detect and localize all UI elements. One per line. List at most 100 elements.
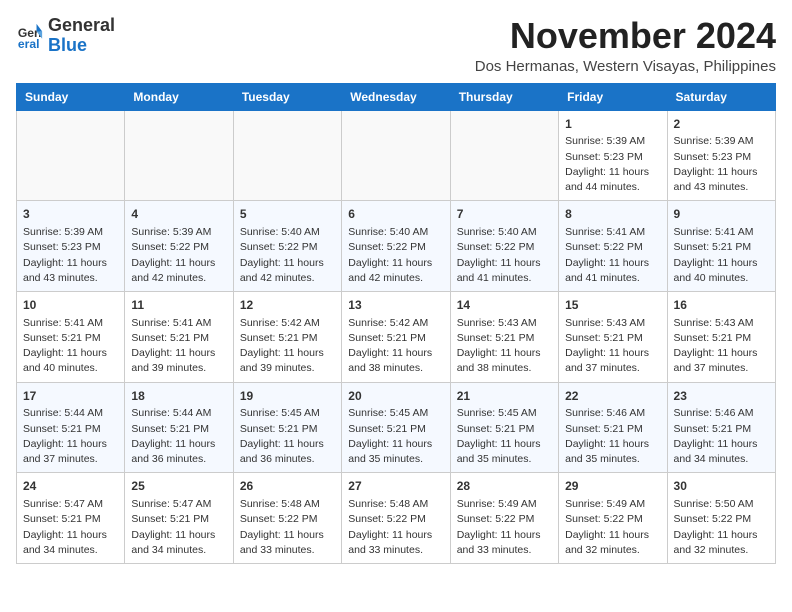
day-detail: Sunrise: 5:46 AM Sunset: 5:21 PM Dayligh… — [674, 406, 769, 467]
calendar-day-cell: 18Sunrise: 5:44 AM Sunset: 5:21 PM Dayli… — [125, 382, 233, 473]
calendar-day-cell: 4 Sunrise: 5:39 AM Sunset: 5:22 PM Daylig… — [125, 201, 233, 292]
day-detail: Sunrise: 5:43 AM Sunset: 5:21 PM Dayligh… — [565, 316, 660, 377]
day-number: 13 — [348, 297, 443, 314]
day-detail: Sunrise: 5:39 AM Sunset: 5:22 PM Dayligh… — [131, 225, 226, 286]
calendar-day-cell — [233, 110, 341, 201]
calendar-week-row: 10 Sunrise: 5:41 AM Sunset: 5:21 PM Dayli… — [17, 291, 776, 382]
calendar-day-cell: 5Sunrise: 5:40 AM Sunset: 5:22 PM Daylig… — [233, 201, 341, 292]
weekday-header-row: SundayMondayTuesdayWednesdayThursdayFrid… — [17, 83, 776, 110]
calendar-day-cell: 30 Sunrise: 5:50 AM Sunset: 5:22 PM Dayli… — [667, 473, 775, 564]
calendar-day-cell: 23Sunrise: 5:46 AM Sunset: 5:21 PM Dayli… — [667, 382, 775, 473]
day-number: 2 — [674, 116, 769, 133]
calendar-day-cell: 24Sunrise: 5:47 AM Sunset: 5:21 PM Dayli… — [17, 473, 125, 564]
weekday-header: Saturday — [667, 83, 775, 110]
day-detail: Sunrise: 5:45 AM Sunset: 5:21 PM Dayligh… — [457, 406, 552, 467]
day-detail: Sunrise: 5:40 AM Sunset: 5:22 PM Dayligh… — [457, 225, 552, 286]
day-detail: Sunrise: 5:39 AM Sunset: 5:23 PM Dayligh… — [565, 134, 660, 195]
calendar-day-cell: 1Sunrise: 5:39 AM Sunset: 5:23 PM Daylig… — [559, 110, 667, 201]
weekday-header: Monday — [125, 83, 233, 110]
weekday-header: Thursday — [450, 83, 558, 110]
day-number: 30 — [674, 478, 769, 495]
calendar-day-cell: 2Sunrise: 5:39 AM Sunset: 5:23 PM Daylig… — [667, 110, 775, 201]
calendar-day-cell — [342, 110, 450, 201]
calendar-day-cell: 21Sunrise: 5:45 AM Sunset: 5:21 PM Dayli… — [450, 382, 558, 473]
day-detail: Sunrise: 5:48 AM Sunset: 5:22 PM Dayligh… — [240, 497, 335, 558]
calendar-week-row: 17Sunrise: 5:44 AM Sunset: 5:21 PM Dayli… — [17, 382, 776, 473]
weekday-header: Friday — [559, 83, 667, 110]
calendar-day-cell: 14Sunrise: 5:43 AM Sunset: 5:21 PM Dayli… — [450, 291, 558, 382]
calendar-day-cell: 25Sunrise: 5:47 AM Sunset: 5:21 PM Dayli… — [125, 473, 233, 564]
day-number: 17 — [23, 388, 118, 405]
calendar-day-cell: 16Sunrise: 5:43 AM Sunset: 5:21 PM Dayli… — [667, 291, 775, 382]
calendar-day-cell: 19Sunrise: 5:45 AM Sunset: 5:21 PM Dayli… — [233, 382, 341, 473]
day-detail: Sunrise: 5:39 AM Sunset: 5:23 PM Dayligh… — [674, 134, 769, 195]
day-number: 4 — [131, 206, 226, 223]
calendar-day-cell: 26 Sunrise: 5:48 AM Sunset: 5:22 PM Dayli… — [233, 473, 341, 564]
day-detail: Sunrise: 5:42 AM Sunset: 5:21 PM Dayligh… — [240, 316, 335, 377]
logo-text: General Blue — [48, 16, 115, 56]
calendar-day-cell: 10 Sunrise: 5:41 AM Sunset: 5:21 PM Dayli… — [17, 291, 125, 382]
calendar-day-cell: 27Sunrise: 5:48 AM Sunset: 5:22 PM Dayli… — [342, 473, 450, 564]
calendar-day-cell: 20Sunrise: 5:45 AM Sunset: 5:21 PM Dayli… — [342, 382, 450, 473]
day-detail: Sunrise: 5:41 AM Sunset: 5:21 PM Dayligh… — [23, 316, 118, 377]
day-detail: Sunrise: 5:39 AM Sunset: 5:23 PM Dayligh… — [23, 225, 118, 286]
day-number: 15 — [565, 297, 660, 314]
day-detail: Sunrise: 5:40 AM Sunset: 5:22 PM Dayligh… — [348, 225, 443, 286]
day-detail: Sunrise: 5:44 AM Sunset: 5:21 PM Dayligh… — [23, 406, 118, 467]
day-detail: Sunrise: 5:50 AM Sunset: 5:22 PM Dayligh… — [674, 497, 769, 558]
calendar-day-cell: 15 Sunrise: 5:43 AM Sunset: 5:21 PM Dayli… — [559, 291, 667, 382]
day-number: 3 — [23, 206, 118, 223]
day-number: 23 — [674, 388, 769, 405]
title-block: November 2024 Dos Hermanas, Western Visa… — [475, 16, 776, 75]
calendar-table: SundayMondayTuesdayWednesdayThursdayFrid… — [16, 83, 776, 564]
calendar-day-cell: 29Sunrise: 5:49 AM Sunset: 5:22 PM Dayli… — [559, 473, 667, 564]
day-detail: Sunrise: 5:41 AM Sunset: 5:22 PM Dayligh… — [565, 225, 660, 286]
day-number: 6 — [348, 206, 443, 223]
day-detail: Sunrise: 5:43 AM Sunset: 5:21 PM Dayligh… — [674, 316, 769, 377]
day-number: 9 — [674, 206, 769, 223]
weekday-header: Sunday — [17, 83, 125, 110]
calendar-day-cell: 11Sunrise: 5:41 AM Sunset: 5:21 PM Dayli… — [125, 291, 233, 382]
day-number: 8 — [565, 206, 660, 223]
day-number: 19 — [240, 388, 335, 405]
calendar-day-cell: 13 Sunrise: 5:42 AM Sunset: 5:21 PM Dayli… — [342, 291, 450, 382]
day-number: 18 — [131, 388, 226, 405]
calendar-day-cell: 17Sunrise: 5:44 AM Sunset: 5:21 PM Dayli… — [17, 382, 125, 473]
svg-text:eral: eral — [18, 37, 40, 50]
calendar-week-row: 1Sunrise: 5:39 AM Sunset: 5:23 PM Daylig… — [17, 110, 776, 201]
day-number: 11 — [131, 297, 226, 314]
day-number: 27 — [348, 478, 443, 495]
day-number: 26 — [240, 478, 335, 495]
month-year-title: November 2024 — [475, 16, 776, 56]
weekday-header: Wednesday — [342, 83, 450, 110]
day-detail: Sunrise: 5:43 AM Sunset: 5:21 PM Dayligh… — [457, 316, 552, 377]
day-number: 25 — [131, 478, 226, 495]
day-detail: Sunrise: 5:45 AM Sunset: 5:21 PM Dayligh… — [240, 406, 335, 467]
day-detail: Sunrise: 5:45 AM Sunset: 5:21 PM Dayligh… — [348, 406, 443, 467]
calendar-day-cell: 9 Sunrise: 5:41 AM Sunset: 5:21 PM Daylig… — [667, 201, 775, 292]
day-number: 10 — [23, 297, 118, 314]
calendar-day-cell: 12 Sunrise: 5:42 AM Sunset: 5:21 PM Dayli… — [233, 291, 341, 382]
day-number: 7 — [457, 206, 552, 223]
day-number: 20 — [348, 388, 443, 405]
calendar-week-row: 24Sunrise: 5:47 AM Sunset: 5:21 PM Dayli… — [17, 473, 776, 564]
day-detail: Sunrise: 5:49 AM Sunset: 5:22 PM Dayligh… — [457, 497, 552, 558]
calendar-day-cell: 3 Sunrise: 5:39 AM Sunset: 5:23 PM Daylig… — [17, 201, 125, 292]
day-detail: Sunrise: 5:42 AM Sunset: 5:21 PM Dayligh… — [348, 316, 443, 377]
weekday-header: Tuesday — [233, 83, 341, 110]
logo-icon: Gen eral — [16, 22, 44, 50]
day-number: 21 — [457, 388, 552, 405]
location-subtitle: Dos Hermanas, Western Visayas, Philippin… — [475, 58, 776, 75]
calendar-day-cell: 8 Sunrise: 5:41 AM Sunset: 5:22 PM Daylig… — [559, 201, 667, 292]
day-number: 1 — [565, 116, 660, 133]
calendar-day-cell — [17, 110, 125, 201]
calendar-day-cell: 28Sunrise: 5:49 AM Sunset: 5:22 PM Dayli… — [450, 473, 558, 564]
day-detail: Sunrise: 5:44 AM Sunset: 5:21 PM Dayligh… — [131, 406, 226, 467]
day-detail: Sunrise: 5:47 AM Sunset: 5:21 PM Dayligh… — [23, 497, 118, 558]
calendar-day-cell — [125, 110, 233, 201]
logo: Gen eral General Blue — [16, 16, 115, 56]
day-number: 12 — [240, 297, 335, 314]
day-detail: Sunrise: 5:40 AM Sunset: 5:22 PM Dayligh… — [240, 225, 335, 286]
calendar-day-cell: 7 Sunrise: 5:40 AM Sunset: 5:22 PM Daylig… — [450, 201, 558, 292]
day-detail: Sunrise: 5:41 AM Sunset: 5:21 PM Dayligh… — [674, 225, 769, 286]
